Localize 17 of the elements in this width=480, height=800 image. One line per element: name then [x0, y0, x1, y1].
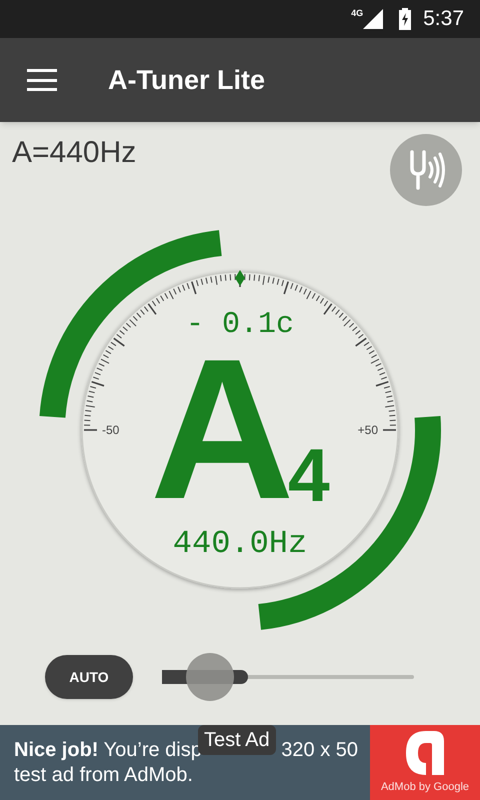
network-label: 4G	[351, 9, 364, 18]
needle-marker-icon	[235, 270, 245, 286]
auto-button[interactable]: AUTO	[45, 655, 133, 699]
scale-label: +50	[358, 423, 378, 437]
status-time: 5:37	[423, 6, 464, 32]
cents-reading: - 0.1c	[186, 308, 294, 342]
admob-brand: AdMob by Google	[380, 780, 470, 796]
battery-charging-icon	[399, 8, 412, 30]
app-title: A-Tuner Lite	[108, 64, 265, 97]
ad-text: test ad from AdMob.	[14, 762, 194, 788]
reference-pitch: A=440Hz	[12, 138, 136, 168]
menu-icon[interactable]	[27, 69, 57, 91]
ad-text: 320 x 50	[281, 738, 358, 762]
scale-label: -50	[102, 423, 120, 437]
slider[interactable]	[162, 653, 414, 701]
frequency-reading: 440.0Hz	[172, 525, 308, 562]
signal-icon	[363, 9, 384, 29]
